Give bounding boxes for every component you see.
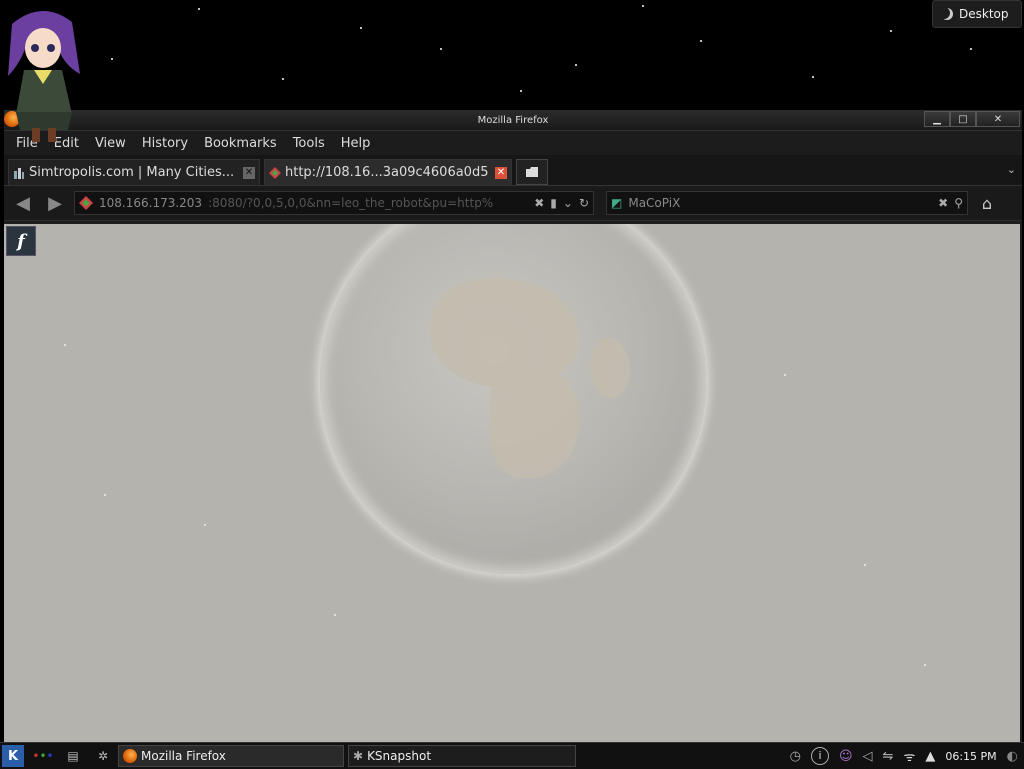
page-content[interactable]: f	[4, 224, 1020, 742]
settings-gear-icon[interactable]: ✲	[92, 745, 114, 767]
tab-close-icon[interactable]: ✕	[495, 166, 507, 179]
menu-view[interactable]: View	[87, 136, 134, 151]
url-host: 108.166.173.203	[99, 196, 203, 210]
simtropolis-favicon-icon	[14, 167, 24, 179]
clock[interactable]: 06:15 PM	[945, 750, 996, 763]
tab-simtropolis[interactable]: Simtropolis.com | Many Cities... ✕	[8, 159, 260, 185]
back-arrow-icon[interactable]: ◀	[10, 192, 36, 214]
tray-expand-icon[interactable]: ▲	[925, 749, 935, 764]
url-bar[interactable]: 108.166.173.203 :8080/?0,0,5,0,0&nn=leo_…	[74, 191, 594, 215]
forward-arrow-icon[interactable]: ▶	[42, 192, 68, 214]
earth-globe-image	[320, 224, 706, 574]
maximize-button[interactable]: □	[950, 111, 976, 127]
window-controls: ▁ □ ✕	[924, 111, 1020, 127]
site-identity-icon[interactable]	[79, 196, 93, 210]
file-manager-icon[interactable]: ▤	[62, 745, 84, 767]
task-label: Mozilla Firefox	[141, 749, 226, 763]
menu-tools[interactable]: Tools	[285, 136, 333, 151]
new-tab-button[interactable]	[516, 159, 548, 185]
menu-bookmarks[interactable]: Bookmarks	[196, 136, 285, 151]
folder-icon	[526, 167, 538, 177]
navigation-toolbar: ◀ ▶ 108.166.173.203 :8080/?0,0,5,0,0&nn=…	[4, 186, 1022, 221]
volume-icon[interactable]: ◁	[863, 749, 873, 764]
reload-icon[interactable]: ↻	[579, 196, 589, 210]
task-label: KSnapshot	[367, 749, 432, 763]
taskbar: K • • • ▤ ✲ Mozilla Firefox ✱ KSnapshot ◷ …	[0, 742, 1024, 769]
tab-label: http://108.16...3a09c4606a0d5	[285, 165, 489, 180]
tab-leo-robot[interactable]: http://108.16...3a09c4606a0d5 ✕	[264, 159, 512, 185]
desktop-pager-icon[interactable]: • • •	[32, 745, 54, 767]
search-engine-icon[interactable]: ◩	[611, 196, 622, 210]
desktop-toggle-icon[interactable]: ◐	[1007, 749, 1018, 764]
show-desktop-button[interactable]: Desktop	[932, 0, 1022, 28]
info-icon[interactable]: i	[810, 747, 829, 765]
clipboard-icon[interactable]: ◷	[790, 749, 801, 764]
mascot-character-image	[8, 10, 80, 142]
macopix-tray-icon[interactable]: ☺	[839, 749, 853, 764]
close-button[interactable]: ✕	[976, 111, 1020, 127]
firefox-window: Mozilla Firefox ▁ □ ✕ File Edit View His…	[4, 110, 1022, 742]
search-input[interactable]: MaCoPiX	[628, 196, 932, 210]
tab-label: Simtropolis.com | Many Cities...	[29, 165, 235, 180]
usb-icon[interactable]: ⇋	[883, 749, 894, 764]
kde-menu-icon[interactable]: K	[2, 745, 24, 767]
home-icon[interactable]: ⌂	[974, 192, 1000, 214]
dropdown-chevron-icon[interactable]: ⌄	[563, 196, 573, 210]
tab-bar: Simtropolis.com | Many Cities... ✕ http:…	[4, 155, 1022, 186]
tab-close-icon[interactable]: ✕	[243, 166, 255, 179]
ksnapshot-icon: ✱	[353, 749, 364, 763]
url-path: :8080/?0,0,5,0,0&nn=leo_the_robot&pu=htt…	[208, 196, 494, 210]
addon-icon[interactable]: ▮	[550, 196, 557, 210]
taskbar-item-ksnapshot[interactable]: ✱ KSnapshot	[348, 745, 576, 767]
clear-search-icon[interactable]: ✖	[938, 196, 948, 210]
clear-url-icon[interactable]: ✖	[534, 196, 544, 210]
menu-help[interactable]: Help	[333, 136, 379, 151]
list-all-tabs-chevron-icon[interactable]: ⌄	[1007, 163, 1016, 176]
flash-plugin-icon[interactable]: f	[6, 226, 36, 256]
search-bar[interactable]: ◩ MaCoPiX ✖ ⚲	[606, 191, 968, 215]
minimize-button[interactable]: ▁	[924, 111, 950, 127]
search-icon[interactable]: ⚲	[954, 196, 963, 210]
wifi-icon[interactable]: ᯤ	[903, 747, 915, 765]
taskbar-item-firefox[interactable]: Mozilla Firefox	[118, 745, 344, 767]
firefox-icon	[123, 749, 137, 763]
desktop-icon	[941, 8, 953, 20]
menu-bar: File Edit View History Bookmarks Tools H…	[4, 131, 1022, 155]
desktop-button-label: Desktop	[959, 7, 1009, 21]
window-title: Mozilla Firefox	[477, 114, 549, 126]
window-titlebar[interactable]: Mozilla Firefox ▁ □ ✕	[4, 110, 1022, 131]
site-favicon-icon	[269, 166, 281, 179]
system-tray: ◷ i ☺ ◁ ⇋ ᯤ ▲ 06:15 PM ◐	[790, 743, 1024, 769]
menu-history[interactable]: History	[134, 136, 196, 151]
